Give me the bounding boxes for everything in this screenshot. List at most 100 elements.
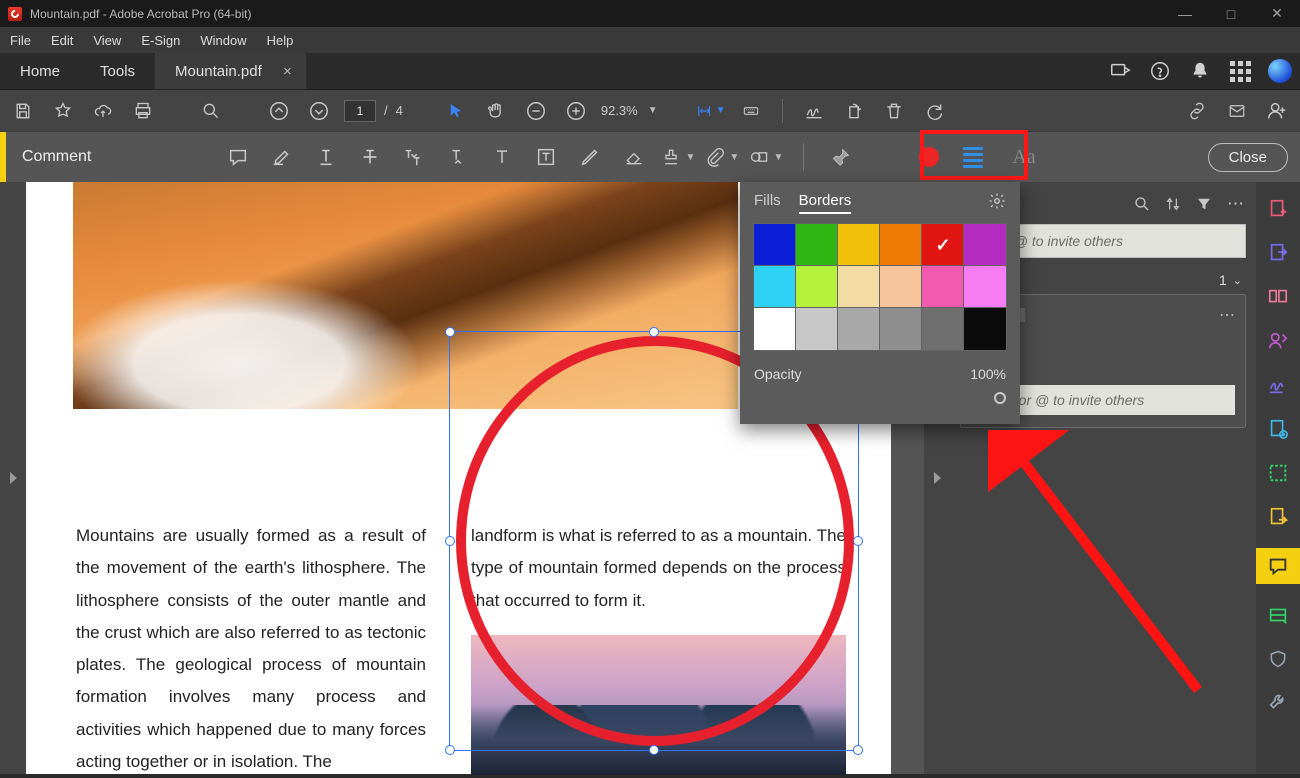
help-icon[interactable]: [1140, 53, 1180, 89]
sign-icon[interactable]: [799, 96, 829, 126]
rail-fill-sign-icon[interactable]: [1265, 372, 1291, 398]
color-swatch-button[interactable]: [912, 140, 946, 174]
resize-handle[interactable]: [649, 327, 659, 337]
window-minimize[interactable]: ―: [1162, 0, 1208, 27]
close-button[interactable]: Close: [1208, 143, 1288, 172]
insert-text-icon[interactable]: [441, 140, 475, 174]
menu-window[interactable]: Window: [190, 27, 256, 53]
page-down-icon[interactable]: [304, 96, 334, 126]
resize-handle[interactable]: [445, 745, 455, 755]
avatar[interactable]: [1260, 53, 1300, 89]
color-swatch[interactable]: [754, 224, 796, 266]
page-up-icon[interactable]: [264, 96, 294, 126]
keyboard-icon[interactable]: [736, 96, 766, 126]
attach-icon[interactable]: ▼: [705, 140, 739, 174]
rail-compress-icon[interactable]: [1265, 460, 1291, 486]
star-icon[interactable]: [48, 96, 78, 126]
zoom-out-icon[interactable]: [521, 96, 551, 126]
opacity-slider[interactable]: [754, 392, 1006, 404]
tab-close-icon[interactable]: ×: [283, 63, 292, 80]
more-icon[interactable]: ⋯: [1227, 194, 1244, 214]
gear-icon[interactable]: [988, 192, 1006, 210]
tab-tools[interactable]: Tools: [80, 53, 155, 89]
share-people-icon[interactable]: [1262, 96, 1292, 126]
find-icon[interactable]: [196, 96, 226, 126]
color-swatch[interactable]: [922, 224, 964, 266]
color-swatch[interactable]: [964, 224, 1006, 266]
highlight-icon[interactable]: [265, 140, 299, 174]
color-swatch[interactable]: [796, 308, 838, 350]
search-icon[interactable]: [1133, 195, 1151, 213]
menu-esign[interactable]: E-Sign: [131, 27, 190, 53]
window-maximize[interactable]: □: [1208, 0, 1254, 27]
color-swatch[interactable]: [796, 266, 838, 308]
underline-icon[interactable]: [309, 140, 343, 174]
color-swatch[interactable]: [922, 266, 964, 308]
email-icon[interactable]: [1222, 96, 1252, 126]
pencil-icon[interactable]: [573, 140, 607, 174]
stamp-icon[interactable]: ▼: [661, 140, 695, 174]
color-swatch[interactable]: [880, 266, 922, 308]
fit-width-icon[interactable]: ▼: [696, 96, 726, 126]
resize-handle[interactable]: [853, 745, 863, 755]
bell-icon[interactable]: [1180, 53, 1220, 89]
link-icon[interactable]: [1182, 96, 1212, 126]
tab-document[interactable]: Mountain.pdf ×: [155, 53, 306, 89]
color-swatch[interactable]: [838, 266, 880, 308]
rail-send-comments-icon[interactable]: [1265, 504, 1291, 530]
eraser-icon[interactable]: [617, 140, 651, 174]
color-swatch[interactable]: [922, 308, 964, 350]
line-thickness-button[interactable]: [956, 140, 990, 174]
rail-more-tools-icon[interactable]: [1265, 690, 1291, 716]
color-swatch[interactable]: [964, 266, 1006, 308]
rail-edit-pdf-icon[interactable]: [1265, 284, 1291, 310]
menu-file[interactable]: File: [0, 27, 41, 53]
menu-help[interactable]: Help: [257, 27, 304, 53]
chevron-down-icon[interactable]: ⌄: [1233, 274, 1242, 287]
color-swatch[interactable]: [880, 224, 922, 266]
color-swatch[interactable]: [838, 224, 880, 266]
color-swatch[interactable]: [754, 266, 796, 308]
rail-scan-icon[interactable]: [1265, 602, 1291, 628]
sticky-note-icon[interactable]: [221, 140, 255, 174]
zoom-in-icon[interactable]: [561, 96, 591, 126]
text-comment-icon[interactable]: [485, 140, 519, 174]
slider-thumb[interactable]: [994, 392, 1006, 404]
drawing-tools-icon[interactable]: ▼: [749, 140, 783, 174]
page-current-input[interactable]: [344, 100, 376, 122]
zoom-level[interactable]: 92.3%▼: [601, 103, 658, 118]
resize-handle[interactable]: [445, 327, 455, 337]
save-icon[interactable]: [8, 96, 38, 126]
hand-tool-icon[interactable]: [481, 96, 511, 126]
menu-edit[interactable]: Edit: [41, 27, 83, 53]
menu-view[interactable]: View: [83, 27, 131, 53]
resize-handle[interactable]: [445, 536, 455, 546]
left-panel-toggle[interactable]: [0, 182, 26, 774]
color-swatch[interactable]: [754, 308, 796, 350]
print-icon[interactable]: [128, 96, 158, 126]
resize-handle[interactable]: [649, 745, 659, 755]
rail-comment-icon[interactable]: [1256, 548, 1300, 584]
resize-handle[interactable]: [853, 536, 863, 546]
color-swatch[interactable]: [964, 308, 1006, 350]
filter-icon[interactable]: [1195, 195, 1213, 213]
share-icon[interactable]: [1100, 53, 1140, 89]
pin-icon[interactable]: [824, 140, 858, 174]
card-more-icon[interactable]: ⋯: [1219, 305, 1235, 325]
tab-home[interactable]: Home: [0, 53, 80, 89]
sort-icon[interactable]: [1165, 195, 1181, 213]
tab-borders[interactable]: Borders: [799, 192, 852, 214]
rail-create-pdf-icon[interactable]: [1265, 196, 1291, 222]
redo-icon[interactable]: [919, 96, 949, 126]
text-properties-label[interactable]: Aa: [1012, 146, 1035, 169]
cloud-icon[interactable]: [88, 96, 118, 126]
strikethrough-icon[interactable]: [353, 140, 387, 174]
text-box-icon[interactable]: [529, 140, 563, 174]
rail-export-pdf-icon[interactable]: [1265, 240, 1291, 266]
tab-fills[interactable]: Fills: [754, 192, 781, 214]
color-swatch[interactable]: [796, 224, 838, 266]
document-area[interactable]: Mountains are usually formed as a result…: [26, 182, 924, 774]
delete-icon[interactable]: [879, 96, 909, 126]
apps-icon[interactable]: [1220, 53, 1260, 89]
rail-protect-icon[interactable]: [1265, 646, 1291, 672]
